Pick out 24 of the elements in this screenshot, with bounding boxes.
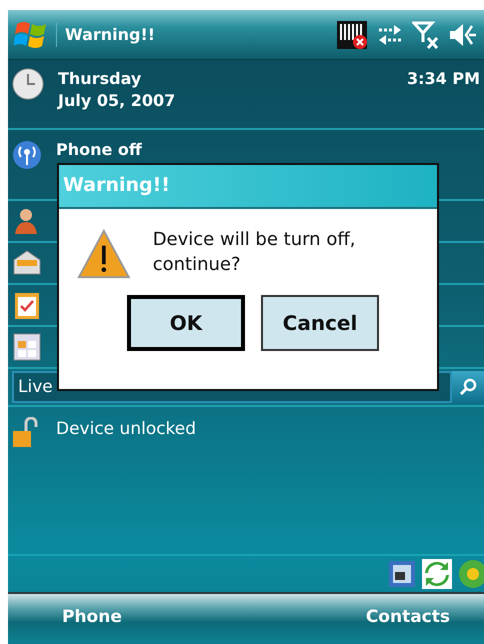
sync-tray-icon[interactable]: [422, 559, 452, 589]
dialog-button[interactable]: Cancel: [261, 295, 379, 351]
barcode-error-icon[interactable]: [336, 20, 368, 50]
dialog-button[interactable]: OK: [127, 295, 245, 351]
antenna-icon: [12, 140, 42, 170]
window-title: Warning!!: [56, 22, 156, 46]
search-icon: [458, 377, 478, 397]
search-button[interactable]: [452, 371, 484, 403]
dialog-message: Device will be turn off, continue?: [152, 228, 356, 278]
day-label[interactable]: Thursday: [58, 68, 393, 90]
warning-icon: [77, 227, 131, 281]
unlocked-padlock-icon[interactable]: [12, 417, 38, 449]
clock-icon: [12, 68, 44, 100]
time-label[interactable]: 3:34 PM: [406, 68, 480, 128]
task-icon[interactable]: [12, 290, 42, 320]
softkey-button[interactable]: Contacts: [366, 604, 450, 630]
softkey-button[interactable]: Phone: [62, 604, 122, 630]
lock-status-label[interactable]: Device unlocked: [56, 417, 196, 554]
date-label[interactable]: July 05, 2007: [58, 90, 393, 112]
calendar-icon[interactable]: [12, 332, 42, 362]
phone-status-label[interactable]: Phone off: [56, 140, 142, 160]
signal-off-icon[interactable]: [412, 20, 440, 50]
dialog-title: Warning!!: [59, 165, 437, 209]
device-tray-icon[interactable]: [388, 560, 416, 588]
